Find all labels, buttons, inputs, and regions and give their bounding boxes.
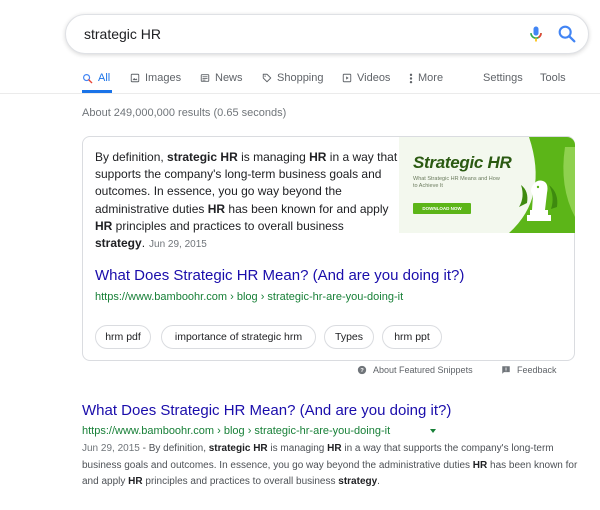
- tab-label: All: [98, 72, 111, 84]
- image-subtitle: What Strategic HR Means and How to Achie…: [413, 176, 500, 189]
- image-download-button: DOWNLOAD NOW: [413, 203, 471, 214]
- result-date: Jun 29, 2015: [82, 443, 140, 454]
- about-featured-snippets[interactable]: ? About Featured Snippets: [357, 365, 473, 375]
- result-desc-part: - By definition,: [139, 443, 209, 454]
- feedback-link[interactable]: Feedback: [501, 365, 557, 375]
- snippet-image[interactable]: Strategic HR What Strategic HR Means and…: [399, 137, 575, 233]
- tab-label: Shopping: [277, 72, 324, 84]
- snippet-url[interactable]: https://www.bamboohr.com › blog › strate…: [95, 291, 403, 303]
- result-desc-bold: strategic HR: [208, 443, 268, 454]
- about-label: About Featured Snippets: [373, 365, 473, 375]
- snippet-text-part: principles and practices to overall busi…: [112, 218, 344, 233]
- result-url[interactable]: https://www.bamboohr.com › blog › strate…: [82, 425, 390, 437]
- search-tabs: All Images News Shopping Videos More Set…: [0, 60, 600, 92]
- chevron-down-icon[interactable]: [430, 429, 436, 433]
- result-desc-part: .: [377, 476, 380, 487]
- svg-text:?: ?: [360, 368, 364, 374]
- snippet-text-part: By definition,: [95, 150, 168, 164]
- tab-label: Videos: [357, 72, 391, 84]
- result-desc-part: is managing: [267, 443, 328, 454]
- feedback-label: Feedback: [517, 365, 557, 375]
- result-stats: About 249,000,000 results (0.65 seconds): [82, 107, 287, 119]
- tab-images[interactable]: Images: [130, 72, 181, 92]
- snippet-title-link[interactable]: What Does Strategic HR Mean? (And are yo…: [95, 267, 464, 284]
- chip-importance-of-strategic-hrm[interactable]: importance of strategic hrm: [161, 325, 316, 349]
- tab-all[interactable]: All: [82, 72, 110, 92]
- image-icon: [130, 73, 140, 83]
- snippet-text-bold: strategy: [95, 236, 142, 251]
- snippet-text-bold: strategic HR: [167, 150, 238, 164]
- result-desc-bold: HR: [472, 459, 488, 471]
- tag-icon: [262, 73, 272, 83]
- tools-link[interactable]: Tools: [540, 72, 566, 92]
- tab-label: News: [215, 72, 243, 84]
- snippet-text-part: is managing: [237, 150, 310, 164]
- snippet-text-bold: HR: [207, 201, 226, 216]
- tab-label: Images: [145, 72, 182, 84]
- result-desc-bold: HR: [128, 476, 143, 487]
- tools-label: Tools: [540, 72, 566, 84]
- tab-news[interactable]: News: [200, 72, 243, 92]
- result-desc-part: principles and practices to overall busi…: [142, 476, 339, 487]
- search-box[interactable]: [65, 14, 589, 54]
- result-title-link[interactable]: What Does Strategic HR Mean? (And are yo…: [82, 402, 451, 419]
- snippet-text-part: has been known for and apply: [225, 201, 389, 216]
- result-description: Jun 29, 2015 - By definition, strategic …: [82, 441, 582, 491]
- chip-types[interactable]: Types: [324, 325, 374, 349]
- result-desc-bold: strategy: [338, 476, 378, 487]
- feedback-icon: [502, 366, 510, 374]
- chip-hrm-ppt[interactable]: hrm ppt: [382, 325, 442, 349]
- tab-more[interactable]: More: [409, 72, 443, 92]
- snippet-text-part: .: [141, 236, 146, 251]
- result-desc-bold: HR: [327, 443, 342, 454]
- settings-label: Settings: [483, 72, 523, 84]
- snippet-text-bold: HR: [309, 150, 327, 164]
- search-icon[interactable]: [556, 23, 578, 45]
- chip-hrm-pdf[interactable]: hrm pdf: [95, 325, 151, 349]
- play-icon: [342, 73, 352, 83]
- snippet-date: Jun 29, 2015: [149, 239, 207, 251]
- help-icon: ?: [357, 365, 367, 375]
- search-icon: [83, 74, 93, 84]
- image-title: Strategic HR: [413, 153, 512, 172]
- featured-snippet: By definition, strategic HR is managing …: [82, 136, 575, 361]
- news-icon: [200, 74, 210, 82]
- tab-videos[interactable]: Videos: [342, 72, 390, 92]
- tab-shopping[interactable]: Shopping: [262, 72, 324, 92]
- snippet-text: By definition, strategic HR is managing …: [95, 149, 400, 253]
- microphone-icon[interactable]: [526, 24, 546, 44]
- settings-link[interactable]: Settings: [483, 72, 523, 92]
- tab-label: More: [418, 72, 444, 84]
- search-input[interactable]: [84, 24, 504, 44]
- tabs-divider: [0, 93, 600, 94]
- more-dots-icon: [409, 73, 413, 84]
- snippet-text-bold: HR: [95, 218, 113, 233]
